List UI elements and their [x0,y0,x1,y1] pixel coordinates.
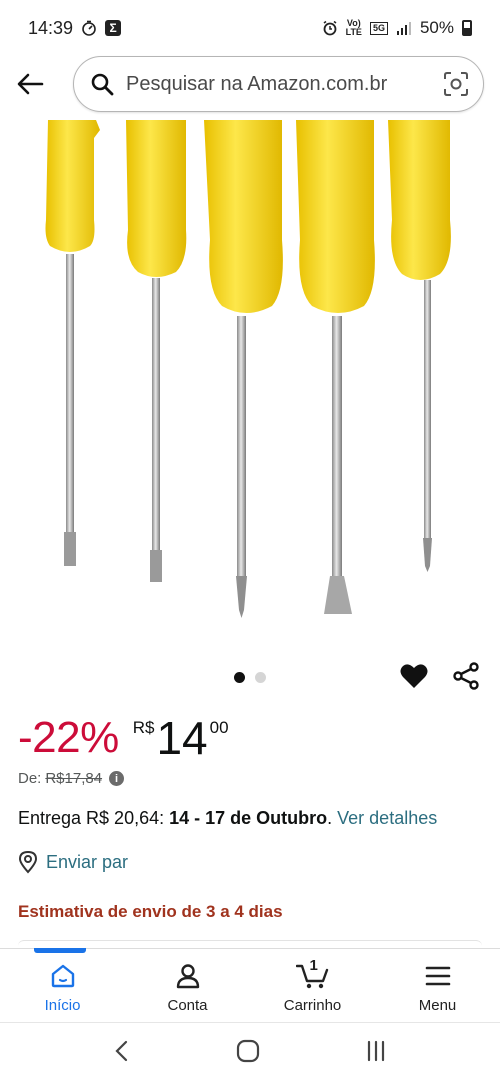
price-currency: R$ [132,718,155,737]
battery-icon [462,20,472,36]
info-icon[interactable]: i [109,771,125,786]
nav-label-home: Início [44,997,81,1014]
nav-item-cart[interactable]: 1 Carrinho [250,949,375,1022]
delivery-details-link[interactable]: Ver detalhes [337,808,437,828]
status-right: Vo) LTE 5G 50% [322,18,472,38]
carousel-dot-1[interactable] [234,672,245,683]
list-price-label: De: [18,770,42,787]
delivery-prefix: Entrega R$ 20,64: [18,808,170,828]
battery-percent: 50% [419,18,454,37]
heart-icon [400,664,428,688]
screwdriver-5 [388,120,451,572]
search-header [0,56,500,112]
bottom-nav: Início Conta 1 Carrinho Menu [0,948,500,1022]
price-cents: 00 [209,718,229,737]
network-5g-indicator: 5G [369,21,388,35]
system-nav-bar [0,1022,500,1083]
send-to-location[interactable]: Enviar par [18,850,128,874]
camera-scan-icon[interactable] [443,71,469,97]
price-row: -22% R$ 14 00 [18,712,229,764]
screwdriver-4 [296,120,375,614]
price-whole: 14 [156,712,208,764]
screwdriver-3 [204,120,283,618]
status-time: 14:39 [28,17,74,38]
status-bar: 14:39 Σ Vo) LTE 5G 50% [0,0,500,56]
share-button[interactable] [450,660,482,692]
search-icon [91,73,114,96]
search-bar[interactable] [73,56,484,112]
wishlist-button[interactable] [398,660,430,692]
screwdriver-1 [45,120,100,566]
nav-item-account[interactable]: Conta [125,949,250,1022]
volte-indicator: Vo) LTE [345,18,362,37]
sigma-icon: Σ [105,20,122,36]
nav-item-home[interactable]: Início [0,949,125,1022]
screwdriver-set-image [45,120,451,618]
search-input[interactable] [126,72,443,96]
nav-label-account: Conta [167,997,208,1014]
screwdriver-2 [126,120,187,582]
product-image[interactable] [0,120,500,640]
system-home-icon[interactable] [235,1038,261,1069]
delivery-info: Entrega R$ 20,64: 14 - 17 de Outubro. Ve… [18,808,437,829]
send-to-label: Enviar par [46,851,129,872]
alarm-icon [322,20,338,36]
list-price: De: R$17,84 i [18,770,125,787]
status-left: 14:39 Σ [28,17,122,39]
current-price: R$ 14 00 [133,712,229,764]
discount-percent: -22% [18,713,119,762]
share-icon [453,662,479,690]
list-price-value: R$17,84 [45,770,103,787]
cart-count-badge: 1 [309,957,318,974]
carousel-dots [234,672,266,683]
nav-label-menu: Menu [418,997,457,1014]
delivery-dates: 14 - 17 de Outubro [169,808,328,828]
menu-icon [425,961,451,991]
location-pin-icon [18,850,38,874]
back-button[interactable] [0,56,60,112]
nav-label-cart: Carrinho [283,997,342,1014]
person-icon [175,961,201,991]
carousel-dot-2[interactable] [255,672,266,683]
arrow-left-icon [17,73,44,95]
system-back-icon[interactable] [112,1039,132,1068]
delivery-separator: . [327,808,338,828]
signal-icon [396,21,412,35]
nav-active-indicator [34,948,86,953]
timer-icon [81,20,97,36]
shipping-estimate: Estimativa de envio de 3 a 4 dias [18,902,283,921]
cart-icon: 1 [295,957,330,991]
nav-item-menu[interactable]: Menu [375,949,500,1022]
system-recents-icon[interactable] [364,1039,388,1068]
home-icon [50,961,76,991]
